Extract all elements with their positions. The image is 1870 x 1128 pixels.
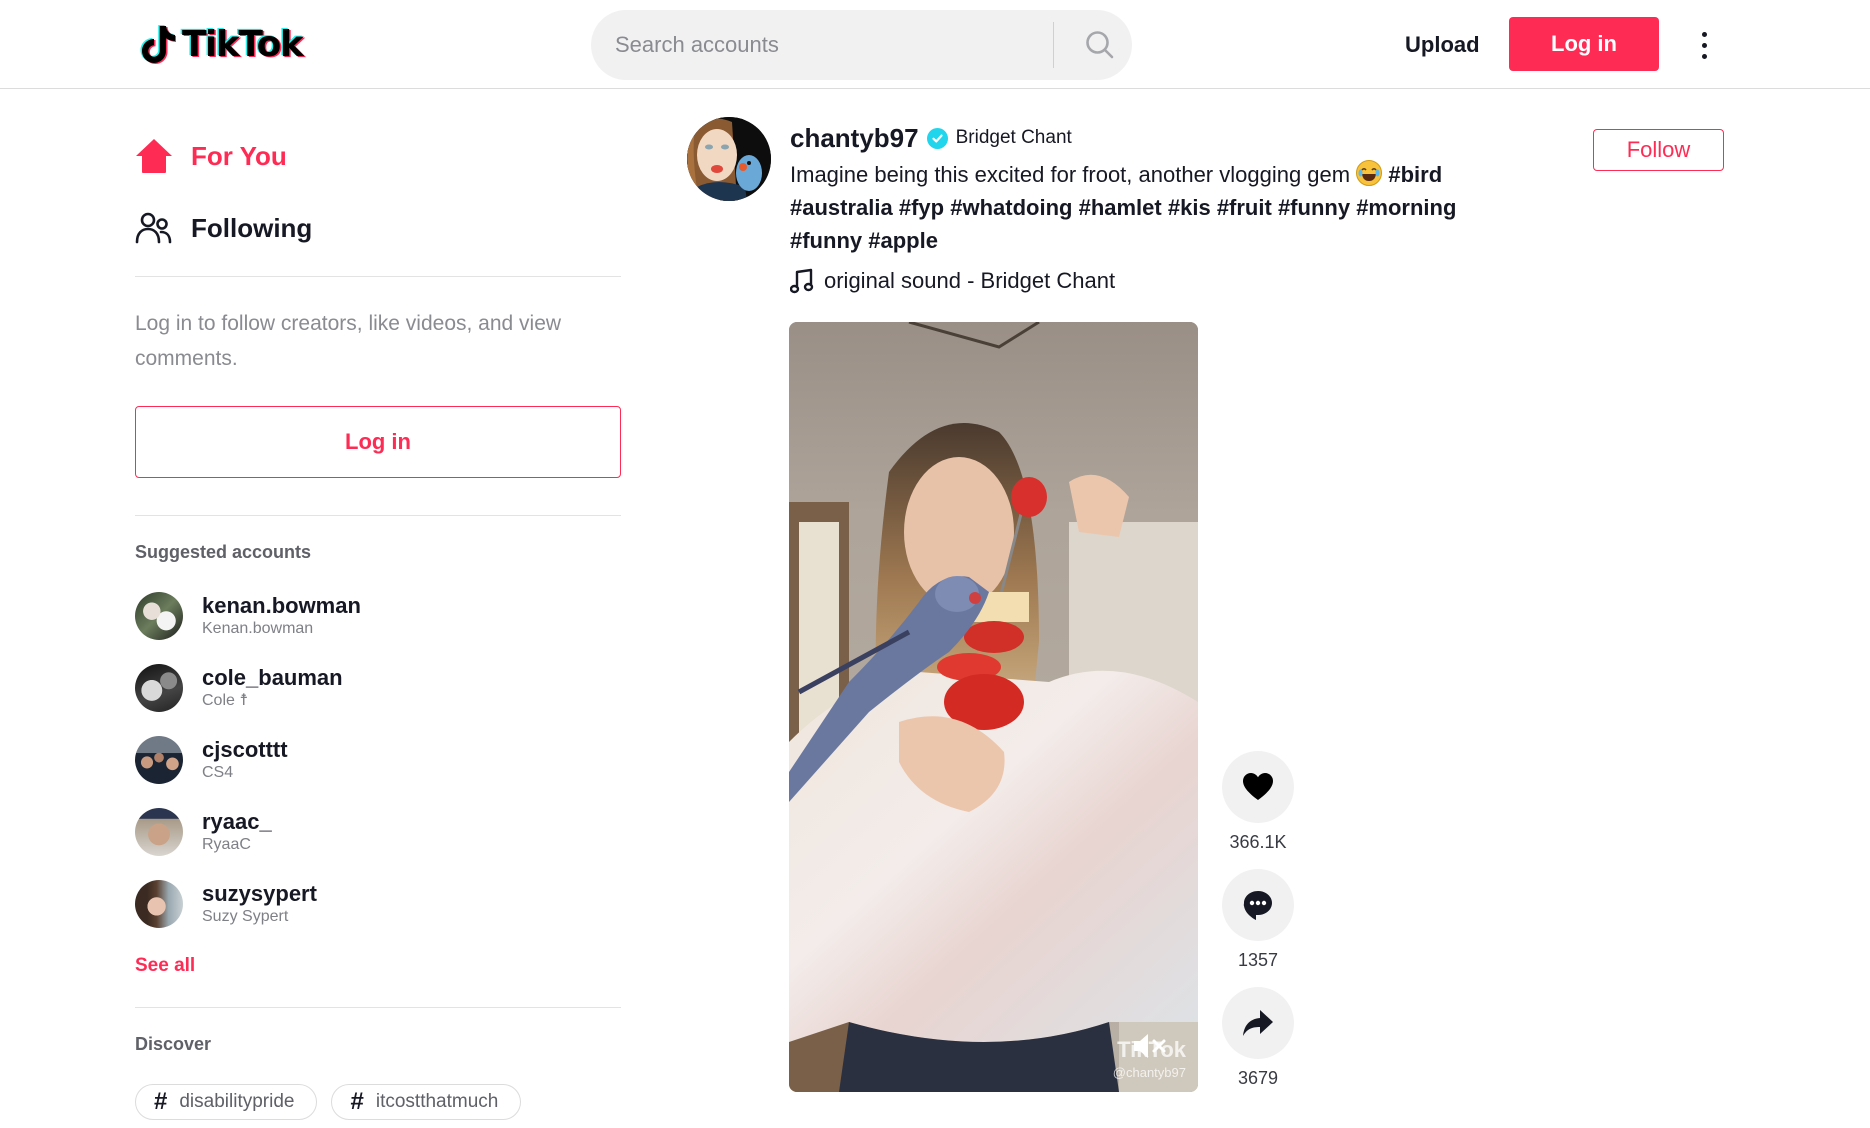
suggested-account[interactable]: ryaac_ RyaaC bbox=[135, 808, 621, 856]
music-note-icon bbox=[790, 268, 814, 294]
account-username: ryaac_ bbox=[202, 809, 272, 834]
comment-count: 1357 bbox=[1237, 950, 1279, 970]
hashtag-link[interactable]: #morning bbox=[1356, 195, 1456, 220]
comment-icon bbox=[1243, 891, 1272, 920]
watermark-username: @chantyb97 bbox=[1112, 1065, 1186, 1080]
more-dot bbox=[1701, 31, 1707, 37]
hashtag-link[interactable]: #bird bbox=[1388, 162, 1442, 187]
suggested-account[interactable]: cole_bauman Cole ☨ bbox=[135, 664, 621, 712]
sidebar-divider bbox=[135, 1007, 621, 1008]
like-action: 366.1K bbox=[1222, 751, 1294, 853]
top-header: TikTok Upload Log in bbox=[0, 0, 1870, 89]
volume-muted-icon bbox=[1134, 1034, 1166, 1058]
share-action: 3679 bbox=[1222, 987, 1294, 1089]
music-link[interactable]: original sound - Bridget Chant bbox=[790, 268, 1115, 294]
laughing-emoji-icon bbox=[1356, 160, 1383, 186]
login-hint-text: Log in to follow creators, like videos, … bbox=[135, 312, 562, 370]
home-icon bbox=[136, 139, 172, 173]
tiktok-logo[interactable]: TikTok bbox=[140, 22, 304, 66]
suggested-account[interactable]: kenan.bowman Kenan.bowman bbox=[135, 592, 621, 640]
logo-wordmark: TikTok bbox=[182, 23, 304, 65]
avatar-illustration bbox=[687, 117, 771, 201]
hashtag-link[interactable]: #fyp bbox=[899, 195, 944, 220]
more-dot bbox=[1701, 53, 1707, 59]
hashtag-link[interactable]: #australia bbox=[790, 195, 893, 220]
nav-for-you-label: For You bbox=[191, 140, 287, 171]
discover-tag[interactable]: # disabilitypride bbox=[135, 1084, 318, 1120]
discover-title: Discover bbox=[135, 1034, 212, 1054]
hashtag-link[interactable]: #fruit bbox=[1217, 195, 1272, 220]
account-display-name: Cole ☨ bbox=[202, 692, 249, 709]
music-title: original sound - Bridget Chant bbox=[824, 268, 1116, 293]
hashtag-link[interactable]: #kis bbox=[1168, 195, 1211, 220]
account-username: cole_bauman bbox=[202, 665, 343, 690]
discover-tags: # disabilitypride # itcostthatmuch bbox=[135, 1084, 522, 1120]
login-button[interactable]: Log in bbox=[1509, 17, 1659, 71]
caption-text: Imagine being this excited for froot, an… bbox=[790, 162, 1351, 187]
see-all-link[interactable]: See all bbox=[135, 955, 195, 977]
nav-following-label: Following bbox=[191, 212, 313, 243]
tiktok-note-icon bbox=[140, 23, 177, 65]
account-display-name: RyaaC bbox=[202, 836, 251, 853]
account-display-name: CS4 bbox=[202, 764, 234, 781]
discover-tag-label: itcostthatmuch bbox=[375, 1091, 499, 1112]
upload-link[interactable]: Upload bbox=[1405, 25, 1480, 65]
mute-toggle[interactable] bbox=[1133, 1033, 1167, 1059]
discover-tag-label: disabilitypride bbox=[179, 1091, 295, 1112]
search-button[interactable] bbox=[1068, 10, 1132, 80]
avatar bbox=[135, 592, 183, 640]
search-input[interactable] bbox=[615, 10, 1035, 80]
like-button[interactable] bbox=[1222, 751, 1294, 823]
sidebar-divider bbox=[135, 515, 621, 516]
search-bar bbox=[591, 10, 1132, 80]
video-frame bbox=[789, 322, 1198, 1092]
users-icon bbox=[135, 212, 172, 244]
account-username: kenan.bowman bbox=[202, 593, 361, 618]
search-divider bbox=[1053, 22, 1054, 68]
account-username: cjscotttt bbox=[202, 737, 288, 762]
share-button[interactable] bbox=[1222, 987, 1294, 1059]
like-count: 366.1K bbox=[1229, 832, 1287, 852]
post-username[interactable]: chantyb97 bbox=[790, 123, 919, 154]
account-display-name: Kenan.bowman bbox=[202, 620, 314, 637]
share-count: 3679 bbox=[1237, 1068, 1279, 1088]
more-dot bbox=[1701, 42, 1707, 48]
suggested-account[interactable]: suzysypert Suzy Sypert bbox=[135, 880, 621, 928]
discover-tag[interactable]: # itcostthatmuch bbox=[331, 1084, 522, 1120]
nav-for-you[interactable]: For You bbox=[135, 132, 287, 180]
suggested-accounts-title: Suggested accounts bbox=[135, 542, 312, 562]
hashtag-link[interactable]: #hamlet bbox=[1079, 195, 1162, 220]
hashtag-link[interactable]: #whatdoing bbox=[950, 195, 1072, 220]
account-display-name: Suzy Sypert bbox=[202, 908, 289, 925]
avatar bbox=[135, 664, 183, 712]
post-author: chantyb97 Bridget Chant bbox=[790, 120, 1072, 156]
hashtag-icon: # bbox=[154, 1088, 168, 1115]
hashtag-link[interactable]: #funny bbox=[1278, 195, 1350, 220]
sidebar: For You Following Log in to follow creat… bbox=[135, 89, 621, 1128]
follow-button[interactable]: Follow bbox=[1593, 129, 1724, 171]
sidebar-divider bbox=[135, 276, 621, 277]
post-nickname: Bridget Chant bbox=[955, 127, 1072, 148]
avatar bbox=[135, 880, 183, 928]
search-icon bbox=[1086, 31, 1114, 59]
hashtag-icon: # bbox=[350, 1088, 364, 1115]
account-username: suzysypert bbox=[202, 881, 317, 906]
hashtag-link[interactable]: #funny bbox=[790, 228, 862, 253]
suggested-account[interactable]: cjscotttt CS4 bbox=[135, 736, 621, 784]
avatar bbox=[135, 736, 183, 784]
post-author-avatar[interactable] bbox=[687, 117, 771, 201]
sidebar-login-button[interactable]: Log in bbox=[135, 406, 621, 478]
video-player[interactable]: TikTok @chantyb97 bbox=[789, 322, 1198, 1092]
comment-action: 1357 bbox=[1222, 869, 1294, 971]
share-icon bbox=[1243, 1010, 1273, 1036]
comment-button[interactable] bbox=[1222, 869, 1294, 941]
heart-icon bbox=[1243, 773, 1273, 800]
avatar bbox=[135, 808, 183, 856]
hashtag-link[interactable]: #apple bbox=[868, 228, 938, 253]
post-caption: Imagine being this excited for froot, an… bbox=[790, 158, 1550, 257]
nav-following[interactable]: Following bbox=[135, 204, 312, 252]
more-options-button[interactable] bbox=[1690, 25, 1718, 65]
verified-badge-icon bbox=[926, 127, 948, 149]
